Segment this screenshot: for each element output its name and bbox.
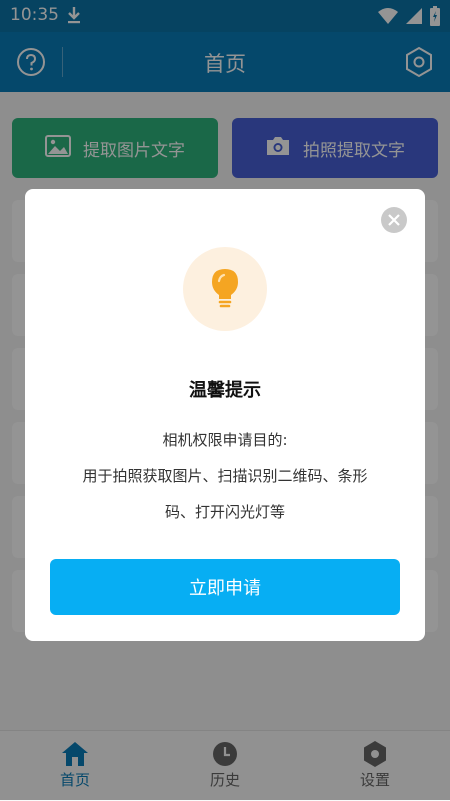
dialog-text-line-1: 相机权限申请目的: xyxy=(162,431,288,449)
dialog-text-line-2: 用于拍照获取图片、扫描识别二维码、条形 xyxy=(82,467,368,485)
lightbulb-icon xyxy=(183,247,267,331)
close-icon[interactable] xyxy=(381,207,407,233)
dialog-title: 温馨提示 xyxy=(189,380,261,401)
apply-now-button[interactable]: 立即申请 xyxy=(50,559,400,615)
permission-dialog: 温馨提示 相机权限申请目的: 用于拍照获取图片、扫描识别二维码、条形 码、打开闪… xyxy=(25,189,425,641)
dialog-text-line-3: 码、打开闪光灯等 xyxy=(164,503,285,521)
